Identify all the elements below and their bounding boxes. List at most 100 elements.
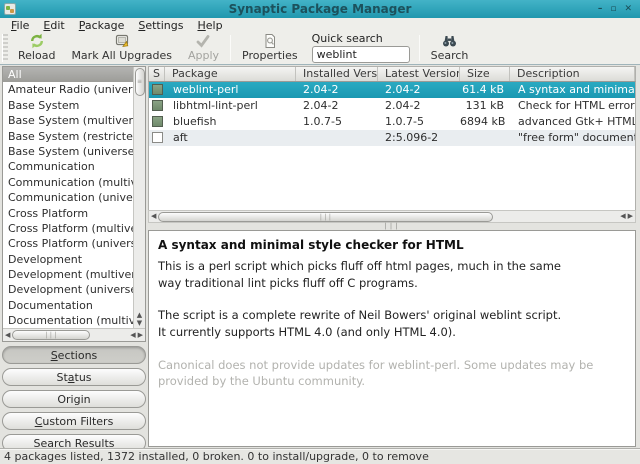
mark-all-upgrades-icon (114, 32, 130, 49)
latest-version: 2.04-2 (385, 99, 421, 112)
package-description: Check for HTML errors in a string or fil… (518, 99, 635, 112)
installed-version (296, 130, 378, 146)
toolbar-grip[interactable] (2, 34, 8, 62)
column-header-latest-version[interactable]: Latest Version (378, 67, 460, 81)
category-item[interactable]: All (3, 67, 133, 83)
scroll-up-icon[interactable]: ▲ (137, 312, 142, 319)
scroll-right-icon[interactable]: ▶ (138, 331, 143, 339)
reload-button[interactable]: Reload (10, 31, 63, 63)
package-details-pane: A syntax and minimal style checker for H… (148, 230, 636, 447)
package-row-bluefish[interactable]: bluefish 1.0.7-5 1.0.7-5 6894 kB advanced Gt… (149, 114, 635, 130)
menu-item-help[interactable]: Help (190, 19, 229, 32)
package-size: 61.4 kB (462, 83, 504, 96)
package-table-header: SPackageInstalled VersionLatest VersionS… (148, 66, 636, 82)
category-item[interactable]: Documentation (3, 298, 133, 313)
package-description-paragraph: This is a perl script which picks fluff … (158, 259, 561, 290)
installed-version: 2.04-2 (303, 83, 339, 96)
status-checkbox-not-installed[interactable] (152, 132, 163, 143)
package-size (460, 130, 510, 146)
package-name: aft (173, 131, 188, 144)
scrollbar-thumb[interactable]: ≡ (134, 68, 145, 96)
column-header-s[interactable]: S (149, 67, 165, 81)
category-item[interactable]: Cross Platform (3, 206, 133, 221)
scroll-right-icon[interactable]: ▶ (628, 213, 633, 220)
category-item[interactable]: Communication (multiverse) (3, 175, 133, 190)
category-item[interactable]: Documentation (multiverse) (3, 313, 133, 328)
latest-version: 1.0.7-5 (385, 115, 424, 128)
category-item[interactable]: Cross Platform (multiverse) (3, 221, 133, 236)
quick-search-label: Quick search (311, 32, 383, 45)
filter-button-status[interactable]: St a tus (2, 368, 146, 386)
maximize-icon[interactable]: ▫ (610, 4, 616, 14)
category-list: AllAmateur Radio (universe)Base SystemBa… (3, 67, 133, 328)
menu-item-settings[interactable]: Settings (131, 19, 190, 32)
category-item[interactable]: Development (multiverse) (3, 267, 133, 282)
menu-item-file[interactable]: File (4, 19, 36, 32)
category-item[interactable]: Cross Platform (universe) (3, 236, 133, 251)
quick-search: Quick search (306, 32, 416, 63)
main-area: AllAmateur Radio (universe)Base SystemBa… (0, 65, 640, 452)
mark-all-upgrades-label: Mark All Upgrades (71, 49, 172, 62)
menu-item-package[interactable]: Package (72, 19, 132, 32)
package-row-libhtml-lint-perl[interactable]: libhtml-lint-perl 2.04-2 2.04-2 131 kB Check… (149, 98, 635, 114)
category-item[interactable]: Communication (3, 159, 133, 174)
category-item[interactable]: Base System (universe) (3, 144, 133, 159)
package-row-weblint-perl[interactable]: weblint-perl 2.04-2 2.04-2 61.4 kB A syntax … (149, 82, 635, 98)
scrollbar-thumb[interactable]: ∣∣∣ (12, 330, 91, 340)
package-name: libhtml-lint-perl (173, 99, 258, 112)
package-row-aft[interactable]: aft 2:5.096-2 "free form" document prepara… (149, 130, 635, 146)
sidebar-horizontal-scrollbar[interactable]: ◀ ∣∣∣ ◀ ▶ (3, 328, 145, 341)
column-header-description[interactable]: Description (510, 67, 635, 81)
scroll-left-icon[interactable]: ◀ (5, 331, 10, 339)
mark-all-upgrades-button[interactable]: Mark All Upgrades (63, 31, 180, 63)
sidebar-vertical-scrollbar[interactable]: ≡ ▲ ▼ (133, 67, 145, 328)
category-item[interactable]: Base System (restricted) (3, 129, 133, 144)
properties-icon (262, 32, 278, 49)
package-name: bluefish (173, 115, 217, 128)
column-header-installed-version[interactable]: Installed Version (296, 67, 378, 81)
menu-item-edit[interactable]: Edit (36, 19, 71, 32)
toolbar: Reload Mark All Upgrades Apply Propertie… (0, 32, 640, 65)
filter-button-custom-filters[interactable]: Custom Filters (2, 412, 146, 430)
category-listbox: AllAmateur Radio (universe)Base SystemBa… (2, 66, 146, 342)
status-checkbox-installed[interactable] (152, 100, 163, 111)
apply-label: Apply (187, 49, 220, 62)
category-item[interactable]: Development (3, 252, 133, 267)
filter-button-sections[interactable]: Sections (2, 346, 146, 364)
category-item[interactable]: Development (universe) (3, 282, 133, 297)
minimize-icon[interactable]: – (598, 4, 603, 14)
category-item[interactable]: Communication (universe) (3, 190, 133, 205)
scroll-left-icon[interactable]: ◀ (151, 213, 156, 220)
installed-version: 1.0.7-5 (303, 115, 342, 128)
category-item[interactable]: Base System (multiverse) (3, 113, 133, 128)
search-button[interactable]: Search (423, 31, 477, 63)
scroll-left-icon[interactable]: ◀ (130, 331, 135, 339)
scrollbar-thumb[interactable]: ∣∣∣ (158, 211, 494, 222)
scroll-down-icon[interactable]: ▼ (137, 320, 142, 327)
apply-button[interactable]: Apply (180, 31, 227, 63)
category-item[interactable]: Amateur Radio (universe) (3, 82, 133, 97)
content-pane: SPackageInstalled VersionLatest VersionS… (148, 66, 638, 447)
package-description: advanced Gtk+ HTML editor (518, 115, 635, 128)
latest-version: 2:5.096-2 (385, 131, 439, 144)
quick-search-input[interactable] (311, 46, 410, 63)
close-icon[interactable]: ✕ (624, 4, 632, 14)
reload-label: Reload (18, 49, 56, 62)
window-controls: – ▫ ✕ (598, 4, 640, 14)
status-checkbox-installed[interactable] (152, 116, 163, 127)
status-checkbox-installed[interactable] (152, 84, 163, 95)
scroll-left-icon[interactable]: ◀ (620, 213, 625, 220)
category-item[interactable]: Base System (3, 98, 133, 113)
package-table: weblint-perl 2.04-2 2.04-2 61.4 kB A syntax … (148, 82, 636, 210)
properties-button[interactable]: Properties (234, 31, 306, 63)
statusbar: 4 packages listed, 1372 installed, 0 bro… (0, 448, 640, 464)
pane-splitter[interactable]: ∣∣∣ (148, 223, 636, 230)
status-text: 4 packages listed, 1372 installed, 0 bro… (4, 450, 429, 463)
package-summary: A syntax and minimal style checker for H… (158, 238, 464, 252)
latest-version: 2.04-2 (385, 83, 421, 96)
package-description: "free form" document preparation system (518, 131, 635, 144)
titlebar: Synaptic Package Manager – ▫ ✕ (0, 0, 640, 18)
column-header-size[interactable]: Size (460, 67, 510, 81)
column-header-package[interactable]: Package (165, 67, 296, 81)
filter-button-origin[interactable]: Origin (2, 390, 146, 408)
